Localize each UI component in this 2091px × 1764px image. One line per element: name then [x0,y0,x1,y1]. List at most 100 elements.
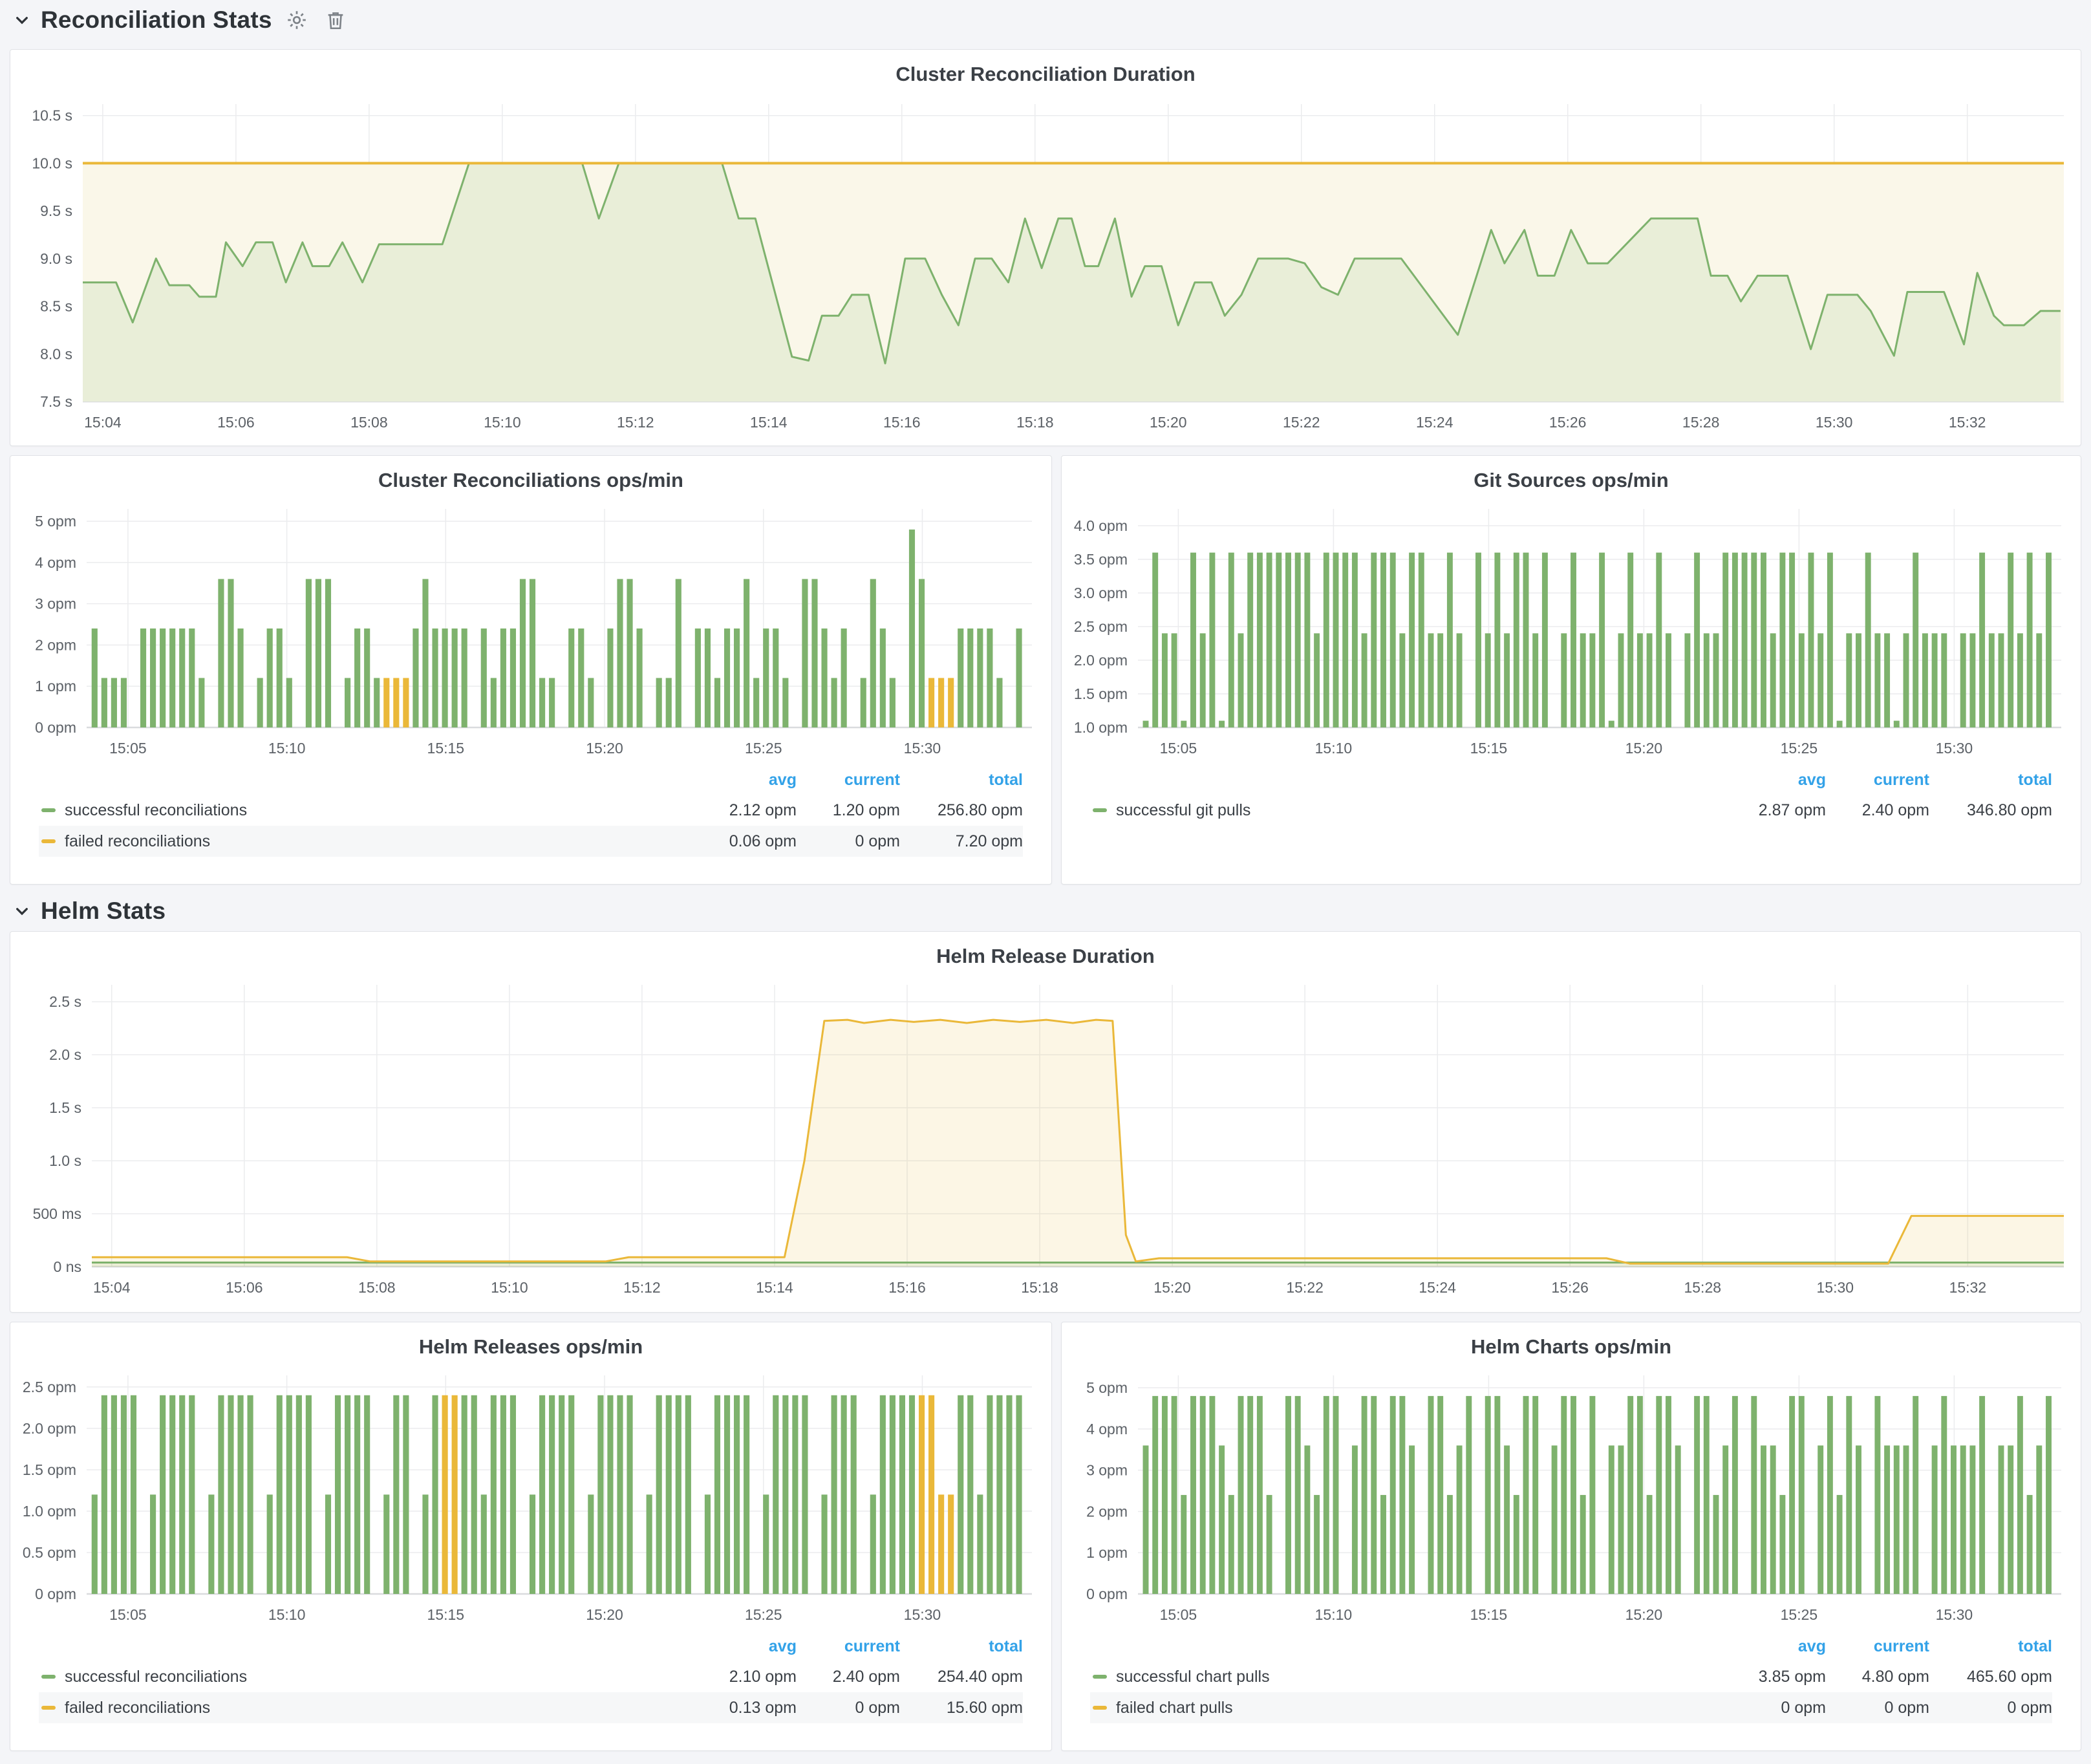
panel-helm-charts-rate: Helm Charts ops/min 0 opm1 opm2 opm3 opm… [1061,1322,2081,1751]
legend-series-label[interactable]: failed chart pulls [1093,1699,1722,1717]
chevron-down-icon[interactable] [14,12,30,28]
x-tick-label: 15:20 [1150,414,1187,431]
x-tick-label: 15:12 [617,414,654,431]
panel-title[interactable]: Git Sources ops/min [1062,456,2081,497]
x-tick-label: 15:20 [586,1606,623,1623]
series-color-dash-icon [41,1675,56,1679]
y-tick-label: 0.5 opm [23,1544,76,1561]
x-tick-label: 15:25 [745,740,782,757]
legend-value-avg: 3.85 opm [1722,1668,1826,1686]
legend-series-label[interactable]: successful reconciliations [41,801,693,820]
x-tick-label: 15:15 [427,740,465,757]
chart-canvas: 7.5 s8.0 s8.5 s9.0 s9.5 s10.0 s10.5 s15:… [10,91,2081,442]
y-tick-label: 5 opm [35,513,76,530]
y-tick-label: 5 opm [1086,1379,1128,1396]
legend-value-total: 465.60 opm [1929,1668,2052,1686]
bar-chart-svg: 0 opm1 opm2 opm3 opm4 opm5 opm15:0515:10… [1062,1364,2081,1629]
legend-value-avg: 0 opm [1722,1699,1826,1717]
x-tick-label: 15:08 [358,1279,396,1296]
panel-title[interactable]: Helm Release Duration [10,932,2081,973]
legend-column-avg[interactable]: avg [1722,1637,1826,1656]
legend-value-current: 2.40 opm [797,1668,900,1686]
y-tick-label: 2.0 s [49,1046,81,1063]
chart-canvas: 1.0 opm1.5 opm2.0 opm2.5 opm3.0 opm3.5 o… [1062,497,2081,766]
panel-title[interactable]: Cluster Reconciliations ops/min [10,456,1051,497]
legend-column-current[interactable]: current [797,1637,900,1656]
bars-successful [92,530,1022,727]
legend-series-label[interactable]: successful git pulls [1093,801,1722,820]
series-color-dash-icon [1093,1675,1107,1679]
section-title[interactable]: Helm Stats [41,898,166,925]
legend-series-label[interactable]: failed reconciliations [41,1699,693,1717]
bar-chart-svg: 0 opm0.5 opm1.0 opm1.5 opm2.0 opm2.5 opm… [10,1364,1051,1629]
x-tick-label: 15:30 [904,1606,941,1623]
legend-value-total: 7.20 opm [900,832,1023,851]
legend-header: avgcurrenttotal [39,1633,1023,1661]
legend-column-current[interactable]: current [1826,1637,1929,1656]
series-color-dash-icon [41,1706,56,1710]
y-tick-label: 4.0 opm [1074,517,1128,534]
legend-column-avg[interactable]: avg [1722,771,1826,790]
x-tick-label: 15:30 [1936,740,1973,757]
bars-successful [1143,553,2052,727]
bar-chart-svg: 0 opm1 opm2 opm3 opm4 opm5 opm15:0515:10… [10,497,1051,762]
y-tick-label: 1.5 s [49,1099,81,1116]
x-tick-label: 15:30 [1936,1606,1973,1623]
panel-cluster-reconciliations-rate: Cluster Reconciliations ops/min 0 opm 1 o… [10,455,1052,885]
y-tick-label: 500 ms [33,1205,81,1222]
y-tick-label: 3.0 opm [1074,585,1128,601]
y-tick-label: 2.5 s [49,993,81,1010]
panel-title[interactable]: Cluster Reconciliation Duration [10,50,2081,91]
panel-helm-release-duration: Helm Release Duration 0 ns500 ms1.0 s1.5… [10,931,2081,1313]
trash-icon[interactable] [321,6,350,34]
bar-chart-svg: 1.0 opm1.5 opm2.0 opm2.5 opm3.0 opm3.5 o… [1062,497,2081,762]
panel-cluster-reconciliation-duration: Cluster Reconciliation Duration 7.5 s8.0… [10,49,2081,446]
x-tick-label: 15:18 [1016,414,1054,431]
legend-value-avg: 2.12 opm [693,801,797,820]
bars-successful [92,1395,1022,1594]
chart-canvas: 0 ns500 ms1.0 s1.5 s2.0 s2.5 s15:0415:06… [10,973,2081,1307]
series-area-orange [92,1020,2064,1267]
legend-column-avg[interactable]: avg [693,1637,797,1656]
legend-column-total[interactable]: total [900,1637,1023,1656]
panel-helm-releases-rate: Helm Releases ops/min 0 opm0.5 opm1.0 op… [10,1322,1052,1751]
legend-column-total[interactable]: total [900,771,1023,790]
legend-column-total[interactable]: total [1929,771,2052,790]
x-tick-label: 15:18 [1021,1279,1058,1296]
legend-row: failed chart pulls0 opm0 opm0 opm [1090,1692,2052,1723]
x-tick-label: 15:16 [888,1279,926,1296]
x-tick-label: 15:24 [1416,414,1453,431]
x-tick-label: 15:32 [1949,1279,1987,1296]
y-tick-label: 2 opm [1086,1503,1128,1520]
legend-header: avgcurrenttotal [39,767,1023,795]
panel-title[interactable]: Helm Charts ops/min [1062,1322,2081,1364]
x-tick-label: 15:26 [1551,1279,1589,1296]
legend-column-avg[interactable]: avg [693,771,797,790]
x-tick-label: 15:30 [1816,414,1853,431]
legend-series-label[interactable]: successful reconciliations [41,1668,693,1686]
legend-column-current[interactable]: current [1826,771,1929,790]
x-tick-label: 15:25 [1781,740,1818,757]
section-title[interactable]: Reconciliation Stats [41,6,272,34]
bars-failed [442,1395,954,1594]
legend: avgcurrenttotalsuccessful git pulls2.87 … [1062,766,2081,839]
y-tick-label: 1 opm [35,678,76,694]
x-tick-label: 15:15 [427,1606,465,1623]
x-tick-label: 15:25 [1781,1606,1818,1623]
legend-column-total[interactable]: total [1929,1637,2052,1656]
legend-series-label[interactable]: successful chart pulls [1093,1668,1722,1686]
x-tick-label: 15:05 [109,1606,147,1623]
gear-icon[interactable] [283,6,311,34]
x-tick-label: 15:14 [756,1279,793,1296]
legend-value-current: 1.20 opm [797,801,900,820]
y-tick-label: 0 opm [35,719,76,736]
panel-title[interactable]: Helm Releases ops/min [10,1322,1051,1364]
y-tick-label: 2.0 opm [1074,652,1128,669]
legend-series-label[interactable]: failed reconciliations [41,832,693,851]
legend-value-avg: 0.06 opm [693,832,797,851]
series-color-dash-icon [41,839,56,843]
chevron-down-icon[interactable] [14,903,30,920]
legend-header: avgcurrenttotal [1090,1633,2052,1661]
x-tick-label: 15:20 [1625,1606,1663,1623]
legend-column-current[interactable]: current [797,771,900,790]
